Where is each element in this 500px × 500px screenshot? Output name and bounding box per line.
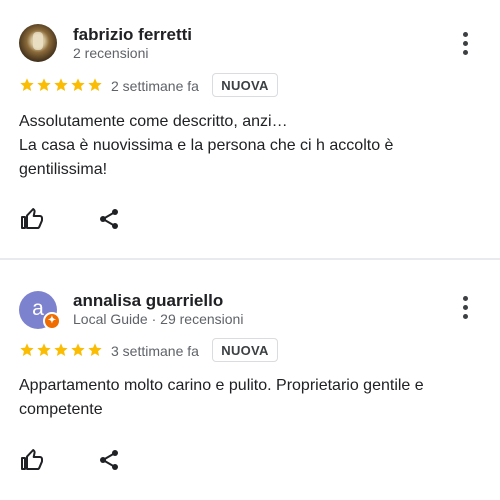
share-button[interactable] <box>97 448 121 472</box>
star-icon <box>71 343 85 356</box>
author-meta: 2 recensioni <box>73 45 149 61</box>
author-name[interactable]: annalisa guarriello <box>73 291 223 311</box>
review-text: Assolutamente come descritto, anzi… La c… <box>19 113 394 178</box>
star-icon <box>88 78 102 91</box>
star-icon <box>71 78 85 91</box>
new-badge: NUOVA <box>212 338 278 362</box>
divider <box>0 258 500 260</box>
star-icon <box>20 78 34 91</box>
star-rating <box>19 77 103 93</box>
like-button[interactable] <box>20 448 44 472</box>
star-icon <box>37 78 51 91</box>
thumb-up-icon <box>21 208 43 229</box>
star-icon <box>88 343 102 356</box>
star-rating <box>19 342 103 358</box>
review-text: Appartamento molto carino e pulito. Prop… <box>19 377 424 418</box>
review-age: 3 settimane fa <box>111 343 199 359</box>
author-avatar[interactable] <box>19 24 57 62</box>
author-meta: Local Guide · 29 recensioni <box>73 311 244 327</box>
star-icon <box>20 343 34 356</box>
local-guide-icon: ✦ <box>43 312 61 330</box>
star-icon <box>54 343 68 356</box>
star-icon <box>54 78 68 91</box>
author-name[interactable]: fabrizio ferretti <box>73 25 192 45</box>
star-icon <box>37 343 51 356</box>
more-options-icon[interactable] <box>458 296 474 320</box>
share-icon <box>100 209 118 229</box>
like-button[interactable] <box>20 207 44 231</box>
new-badge: NUOVA <box>212 73 278 97</box>
share-button[interactable] <box>97 207 121 231</box>
thumb-up-icon <box>21 449 43 470</box>
review-card: fabrizio ferretti 2 recensioni 2 settima… <box>0 0 500 258</box>
share-icon <box>100 450 118 470</box>
review-age: 2 settimane fa <box>111 78 199 94</box>
more-options-icon[interactable] <box>458 32 474 56</box>
review-card: a ✦ annalisa guarriello Local Guide · 29… <box>0 262 500 500</box>
